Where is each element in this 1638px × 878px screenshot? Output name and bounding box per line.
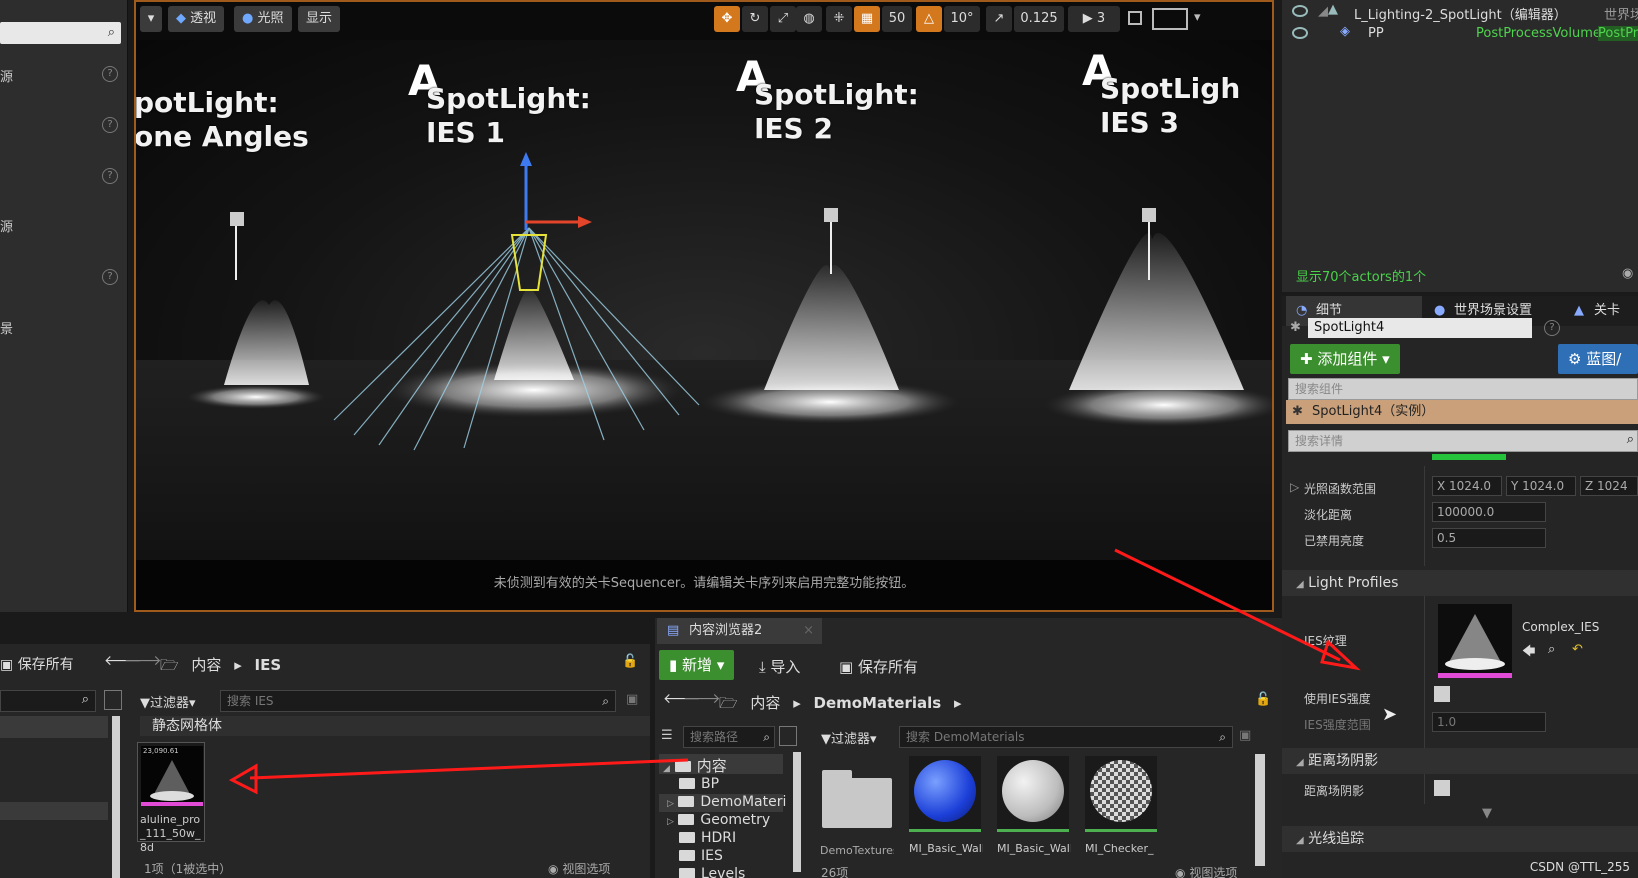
arrow-to-ies-asset xyxy=(228,758,689,795)
arrow-to-ies-texture xyxy=(1114,548,1361,671)
annotation-arrows xyxy=(228,548,1361,795)
unreal-editor: ⌕ 源 ? ? ? 源 ? 景 potLight: one Angles A S… xyxy=(0,0,1638,878)
watermark: CSDN @TTL_255 xyxy=(1529,860,1630,874)
